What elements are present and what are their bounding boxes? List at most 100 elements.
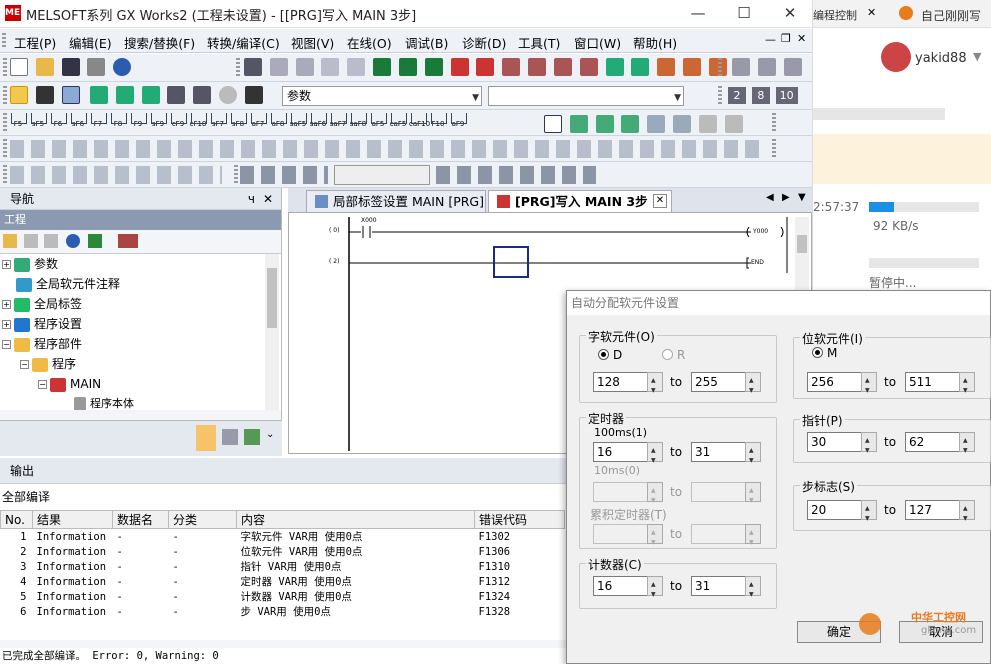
second-combo[interactable]: ▼ xyxy=(488,86,684,106)
dev-list-icon[interactable] xyxy=(90,86,108,104)
param-combo[interactable]: 参数 ▼ xyxy=(282,86,482,106)
close-button[interactable]: ✕ xyxy=(768,2,812,24)
refresh-icon[interactable] xyxy=(88,234,102,248)
fkey-af5-button[interactable]: aF5 xyxy=(369,111,387,133)
ladder-insert-icon[interactable] xyxy=(647,115,666,133)
undo-icon[interactable] xyxy=(321,58,340,76)
col-content[interactable]: 内容 xyxy=(236,510,475,529)
table-row[interactable]: 1 Information - - 字软元件 VAR用 使用0点 F1302 xyxy=(1,529,565,545)
help-icon[interactable] xyxy=(113,58,132,76)
simulation-icon[interactable] xyxy=(579,58,598,76)
toolbar-grip[interactable] xyxy=(236,58,240,78)
filter-icon[interactable] xyxy=(118,234,138,248)
connection-icon[interactable] xyxy=(244,429,260,445)
menu-edit[interactable]: 编辑(E) xyxy=(69,33,112,52)
tree-item-body[interactable]: 程序本体 xyxy=(74,394,134,410)
menu-online[interactable]: 在线(O) xyxy=(347,33,392,52)
fkey-f7-button[interactable]: F7 xyxy=(89,111,107,133)
menu-tools[interactable]: 工具(T) xyxy=(518,33,560,52)
tree-item-params[interactable]: + 参数 xyxy=(2,254,58,274)
mdi-minimize-icon[interactable]: — xyxy=(765,33,776,46)
tree-scrollbar[interactable] xyxy=(265,254,279,410)
col-category[interactable]: 分类 xyxy=(168,510,237,529)
mdi-close-icon[interactable]: ✕ xyxy=(797,32,806,45)
open-folder-icon[interactable] xyxy=(35,58,54,76)
fkey-saf5-button[interactable]: saF5 xyxy=(289,111,307,133)
counter-from-input[interactable]: 16 xyxy=(593,576,663,604)
pin-icon[interactable]: ч xyxy=(248,188,255,210)
word-from-input[interactable]: 128 xyxy=(593,372,663,400)
table-row[interactable]: 3 Information - - 指针 VAR用 使用0点 F1310 xyxy=(1,559,565,574)
statement-icon[interactable] xyxy=(724,115,743,133)
fkey-saf6-button[interactable]: saF6 xyxy=(309,111,327,133)
convert-online-icon[interactable] xyxy=(621,115,640,133)
toolbar-grip[interactable] xyxy=(234,165,238,185)
toolbar-grip[interactable] xyxy=(772,139,776,159)
tab-close-icon[interactable]: ✕ xyxy=(653,194,667,208)
ladder-scroll-thumb[interactable] xyxy=(797,235,807,253)
extra-tools[interactable] xyxy=(10,166,222,184)
tree-item-global-comment[interactable]: 全局软元件注释 xyxy=(16,274,120,294)
fkey-sf9-button[interactable]: sF9 xyxy=(149,111,167,133)
col-errcode[interactable]: 错误代码 xyxy=(474,510,565,529)
monitor-stop-icon[interactable] xyxy=(528,58,547,76)
dev-comment-icon[interactable] xyxy=(115,86,134,104)
table-row[interactable]: 5 Information - - 计数器 VAR用 使用0点 F1324 xyxy=(1,589,565,604)
fkey-f8-button[interactable]: F8 xyxy=(109,111,127,133)
device-read-icon[interactable] xyxy=(373,58,392,76)
step-to-input[interactable]: 127 xyxy=(905,500,975,528)
redo-icon[interactable] xyxy=(347,58,366,76)
tree-item-main[interactable]: − MAIN xyxy=(38,374,101,394)
menu-help[interactable]: 帮助(H) xyxy=(633,33,677,52)
convert-icon[interactable] xyxy=(569,115,588,133)
fkey-af8-button[interactable]: aF8 xyxy=(269,111,287,133)
project-view-icon[interactable] xyxy=(10,86,28,104)
acc-from-input[interactable] xyxy=(593,524,663,552)
property-icon[interactable] xyxy=(66,234,80,248)
device-combo[interactable] xyxy=(334,165,430,185)
tab-list-icon[interactable]: ▼ xyxy=(798,192,806,203)
dev-batch-icon[interactable] xyxy=(631,58,650,76)
col-no[interactable]: No. xyxy=(0,510,33,529)
menu-project[interactable]: 工程(P) xyxy=(14,33,56,52)
col-dataname[interactable]: 数据名 xyxy=(112,510,169,529)
word-to-input[interactable]: 255 xyxy=(691,372,761,400)
menu-window[interactable]: 窗口(W) xyxy=(574,33,621,52)
paste-icon[interactable] xyxy=(295,58,314,76)
toolbar-grip[interactable] xyxy=(3,139,7,159)
online-read-icon[interactable] xyxy=(450,58,469,76)
zoom-2-button[interactable]: 2 xyxy=(728,87,746,104)
counter-to-input[interactable]: 31 xyxy=(691,576,761,604)
sfc-edit-tools[interactable] xyxy=(436,166,596,184)
bit-from-input[interactable]: 256 xyxy=(807,372,877,400)
maximize-button[interactable]: ☐ xyxy=(722,2,766,24)
help-disabled-icon[interactable] xyxy=(219,86,238,104)
convert-all-icon[interactable] xyxy=(595,115,614,133)
step-from-input[interactable]: 20 xyxy=(807,500,877,528)
ladder-tool-icon[interactable] xyxy=(732,58,750,76)
memory-icon[interactable] xyxy=(35,86,54,104)
tree-item-program-settings[interactable]: + 程序设置 xyxy=(2,314,82,334)
table-row[interactable]: 4 Information - - 定时器 VAR用 使用0点 F1312 xyxy=(1,574,565,589)
table-row[interactable]: 2 Information - - 位软元件 VAR用 使用0点 F1306 xyxy=(1,544,565,559)
eye-icon[interactable] xyxy=(167,86,186,104)
menu-debug[interactable]: 调试(B) xyxy=(405,33,448,52)
new-data-icon[interactable] xyxy=(3,234,17,248)
menu-convert[interactable]: 转换/编译(C) xyxy=(207,33,280,52)
toolbar-grip[interactable] xyxy=(772,113,776,133)
zoom-8-button[interactable]: 8 xyxy=(751,87,770,104)
username[interactable]: yakid88 xyxy=(915,51,967,66)
timer-from-input[interactable]: 16 xyxy=(593,442,663,470)
browser-tab-1[interactable]: 编程控制 xyxy=(813,7,857,23)
tree-item-program[interactable]: − 程序 xyxy=(20,354,76,374)
st-icon[interactable] xyxy=(544,115,562,133)
paste-data-icon[interactable] xyxy=(44,234,58,248)
binoculars-icon[interactable] xyxy=(244,86,263,104)
fkey-cf9-button[interactable]: cF9 xyxy=(169,111,187,133)
user-lib-icon[interactable] xyxy=(222,429,238,445)
tab-local-label[interactable]: 局部标签设置 MAIN [PRG] xyxy=(306,190,486,212)
ladder-delete-icon[interactable] xyxy=(673,115,692,133)
search-device-icon[interactable] xyxy=(193,86,212,104)
toolbar-grip[interactable] xyxy=(3,113,7,133)
fkey-saf8-button[interactable]: saF8 xyxy=(349,111,367,133)
